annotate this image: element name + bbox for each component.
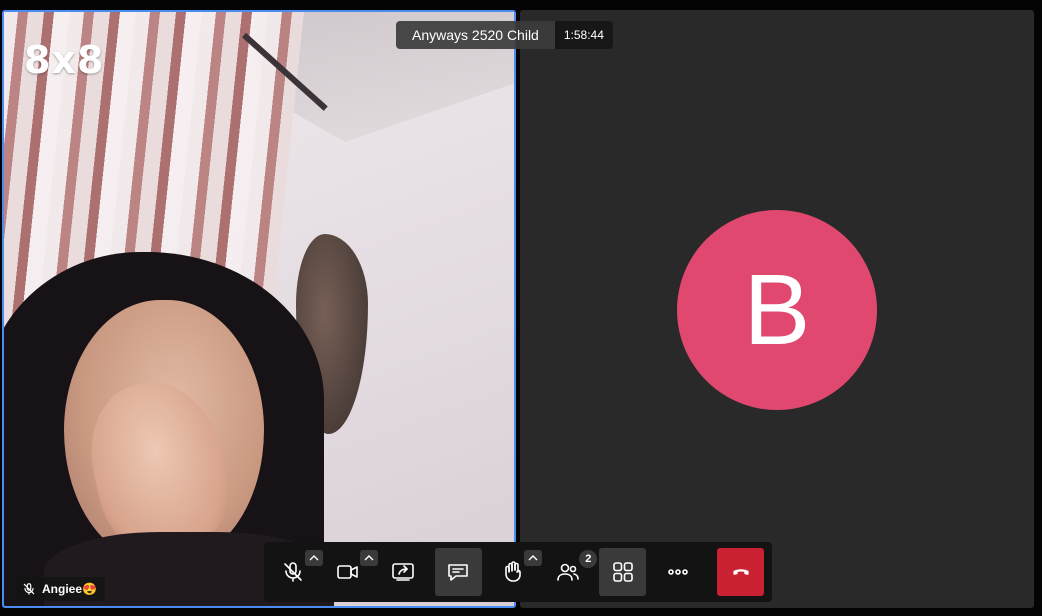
meeting-subject-bar: Anyways 2520 Child 1:58:44 — [396, 21, 613, 49]
chat-button[interactable] — [434, 548, 482, 596]
raise-hand-icon — [501, 560, 525, 584]
local-video-feed — [4, 12, 514, 606]
chat-icon — [446, 560, 470, 584]
remote-participant-tile[interactable]: B — [520, 10, 1034, 608]
local-video-tile[interactable]: 8x8 Angiee😍 — [2, 10, 516, 608]
meeting-timer: 1:58:44 — [554, 21, 613, 49]
more-dots-icon — [666, 560, 690, 584]
tile-view-button[interactable] — [599, 548, 647, 596]
share-screen-icon — [391, 560, 415, 584]
participant-name-tag: Angiee😍 — [16, 577, 105, 601]
more-actions-button[interactable] — [654, 548, 701, 596]
conference-stage: 8x8 Angiee😍 B Anyways 2520 Child 1:58:44 — [0, 0, 1042, 616]
tile-view-icon — [611, 560, 635, 584]
microphone-options-toggle[interactable] — [304, 550, 323, 566]
raise-hand-button[interactable] — [490, 548, 543, 596]
chevron-up-icon — [364, 555, 374, 561]
meeting-toolbar: 2 — [264, 542, 772, 602]
video-camera-icon — [336, 560, 360, 584]
meeting-subject: Anyways 2520 Child — [396, 21, 555, 49]
brand-logo: 8x8 — [24, 38, 105, 82]
mic-off-icon — [281, 560, 305, 584]
chevron-up-icon — [309, 555, 319, 561]
hangup-button[interactable] — [717, 548, 765, 596]
mic-muted-icon — [22, 582, 36, 596]
camera-options-toggle[interactable] — [359, 550, 378, 566]
participant-count-badge: 2 — [579, 550, 598, 568]
chevron-up-icon — [528, 555, 538, 561]
share-screen-button[interactable] — [380, 548, 427, 596]
participant-avatar: B — [677, 210, 877, 410]
participant-display-name: Angiee😍 — [42, 582, 97, 596]
hangup-phone-icon — [730, 561, 752, 583]
camera-button[interactable] — [325, 548, 378, 596]
participants-button[interactable]: 2 — [544, 548, 598, 596]
reactions-options-toggle[interactable] — [524, 550, 543, 566]
microphone-button[interactable] — [270, 548, 323, 596]
participants-icon — [556, 560, 580, 584]
